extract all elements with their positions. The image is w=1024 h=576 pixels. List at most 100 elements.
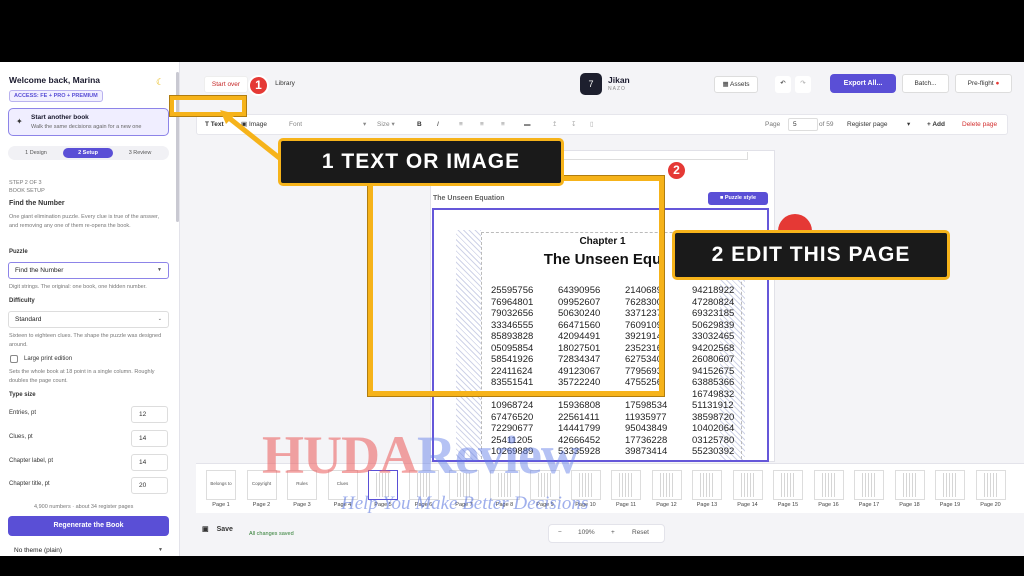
size-select[interactable]: Size ▾ xyxy=(377,120,395,130)
thumbnail-preview xyxy=(700,473,715,497)
number-entry: 95043849 xyxy=(625,423,668,434)
entries-size-input[interactable]: 12 xyxy=(131,406,168,423)
callout-text-or-image: 1 TEXT OR IMAGE xyxy=(278,138,564,186)
align-left-icon[interactable]: ≡ xyxy=(459,120,463,130)
number-row: 10968724 15936808 17598534 51131912 xyxy=(491,400,741,412)
number-entry: 33032465 xyxy=(692,331,735,342)
clues-size-input[interactable]: 14 xyxy=(131,430,168,447)
align-right-icon[interactable]: ≡ xyxy=(501,120,505,130)
number-entry: 51131912 xyxy=(692,400,734,411)
chapter-label-size-input[interactable]: 14 xyxy=(131,454,168,471)
number-entry: 39873414 xyxy=(625,446,668,457)
add-page-button[interactable]: + Add xyxy=(927,120,945,130)
page-thumbnail[interactable] xyxy=(692,470,722,500)
delete-page-button[interactable]: Delete page xyxy=(962,120,997,130)
large-print-checkbox[interactable] xyxy=(10,355,18,363)
number-entry: 94202568 xyxy=(692,342,735,354)
page-thumbnail[interactable] xyxy=(975,470,1006,500)
layer-down-icon[interactable]: ↧ xyxy=(571,120,576,130)
font-label: Font xyxy=(289,121,303,128)
page-thumbnail[interactable] xyxy=(935,470,965,500)
callout-edit-this-page: 2 EDIT THIS PAGE xyxy=(672,230,950,280)
start-over-button[interactable]: Start over xyxy=(204,76,248,93)
access-badge: ACCESS: FE + PRO + PREMIUM xyxy=(9,90,103,102)
number-entry: 26080607 xyxy=(692,354,735,365)
export-all-button[interactable]: Export All... xyxy=(830,74,896,93)
font-select[interactable]: Font ▾ xyxy=(289,120,369,130)
page-thumbnail[interactable]: Belongs to xyxy=(206,470,236,500)
zoom-in-button[interactable]: + xyxy=(611,529,615,536)
chevron-down-icon: ▼ xyxy=(157,267,162,273)
puzzle-style-label: Puzzle style xyxy=(724,195,757,201)
step-marker-2: 2 xyxy=(666,160,687,181)
number-entry: 38598720 xyxy=(692,411,735,423)
zoom-reset-button[interactable]: Reset xyxy=(632,529,649,536)
puzzle-select[interactable]: Find the Number ▼ xyxy=(8,262,169,279)
number-entry: 03125780 xyxy=(692,434,735,446)
app-name: Jikan xyxy=(608,75,630,85)
page-number-input[interactable]: 5 xyxy=(788,118,818,131)
step-review-tab[interactable]: 3 Review xyxy=(115,148,165,158)
save-label: Save xyxy=(216,526,233,533)
bold-button[interactable]: B xyxy=(417,120,422,130)
layer-up-icon[interactable]: ↥ xyxy=(552,120,557,130)
difficulty-select[interactable]: Standard ⌄ xyxy=(8,311,169,328)
page-thumbnail[interactable] xyxy=(611,470,641,500)
thumbnail-label: Page 1 xyxy=(212,502,230,508)
zoom-out-button[interactable]: − xyxy=(558,529,562,536)
batch-button[interactable]: Batch... xyxy=(902,74,949,93)
puzzle-label: Puzzle xyxy=(9,249,28,255)
number-entry: 11935977 xyxy=(625,411,667,423)
page-thumbnail[interactable] xyxy=(813,470,844,500)
watermark-brand-a: HUDA xyxy=(262,425,418,485)
page-thumbnail[interactable] xyxy=(651,470,682,500)
page-thumbnail[interactable] xyxy=(854,470,884,500)
book-summary: 4,900 numbers · about 34 register pages xyxy=(34,504,134,510)
thumbnail-preview xyxy=(821,473,837,497)
number-entry: 50629839 xyxy=(692,319,735,331)
welcome-heading: Welcome back, Marina xyxy=(9,75,101,85)
entries-size-label: Entries, pt xyxy=(9,410,37,416)
preflight-button[interactable]: Pre-flight ● xyxy=(955,74,1012,93)
size-label: Size xyxy=(377,121,390,128)
theme-toggle-moon-icon[interactable]: ☾ xyxy=(156,77,164,88)
save-button[interactable]: ▣ Save xyxy=(202,525,233,533)
puzzle-style-button[interactable]: ■ Puzzle style xyxy=(708,192,768,205)
watermark-brand-b: Review xyxy=(417,425,580,485)
number-entry: 67476520 xyxy=(491,411,534,423)
thumbnail-label: Page 17 xyxy=(858,502,880,508)
fill-color-icon[interactable]: ▬ xyxy=(524,120,531,130)
chevron-down-icon: ▾ xyxy=(907,121,911,128)
chapter-label-size-label: Chapter label, pt xyxy=(9,458,54,464)
align-center-icon[interactable]: ≡ xyxy=(480,120,484,130)
thumbnail-label: Page 2 xyxy=(252,502,271,508)
page-type-label: Register page xyxy=(847,121,888,128)
italic-button[interactable]: I xyxy=(437,120,439,130)
theme-select[interactable]: No theme (plain) ▼ xyxy=(8,543,169,556)
undo-button[interactable]: ↶ xyxy=(775,76,791,93)
start-another-book-card[interactable]: ✦ Start another book Walk the same decis… xyxy=(8,108,169,136)
number-entry: 10968724 xyxy=(491,400,534,411)
step-setup-tab[interactable]: 2 Setup xyxy=(63,148,113,158)
page-type-select[interactable]: Register page ▾ xyxy=(847,120,917,130)
thumbnail-label: Page 18 xyxy=(899,502,920,508)
thumbnail-preview xyxy=(619,473,634,497)
page-thumbnail[interactable] xyxy=(894,470,925,500)
chapter-title-size-input[interactable]: 20 xyxy=(131,477,168,494)
thumbnail-label: Page 19 xyxy=(939,502,961,508)
puzzle-help: Digit strings. The original: one book, o… xyxy=(9,284,147,290)
redo-button[interactable]: ↷ xyxy=(795,76,811,93)
trash-icon[interactable]: ▯ xyxy=(590,120,594,130)
number-entry: 94152675 xyxy=(692,365,735,377)
regenerate-button[interactable]: Regenerate the Book xyxy=(8,516,169,536)
sidebar-scrollbar[interactable] xyxy=(176,72,179,222)
page-thumbnail[interactable] xyxy=(773,470,803,500)
thumbnail-preview xyxy=(781,473,796,497)
assets-button[interactable]: ▦ Assets xyxy=(714,76,758,93)
step-design-tab[interactable]: 1 Design xyxy=(11,148,61,158)
sparkle-icon: ✦ xyxy=(16,117,23,126)
thumbnail-preview xyxy=(659,473,675,497)
another-subtitle: Walk the same decisions again for a new … xyxy=(31,124,142,130)
page-thumbnail[interactable] xyxy=(732,470,763,500)
thumbnail-label: Page 3 xyxy=(293,502,311,508)
